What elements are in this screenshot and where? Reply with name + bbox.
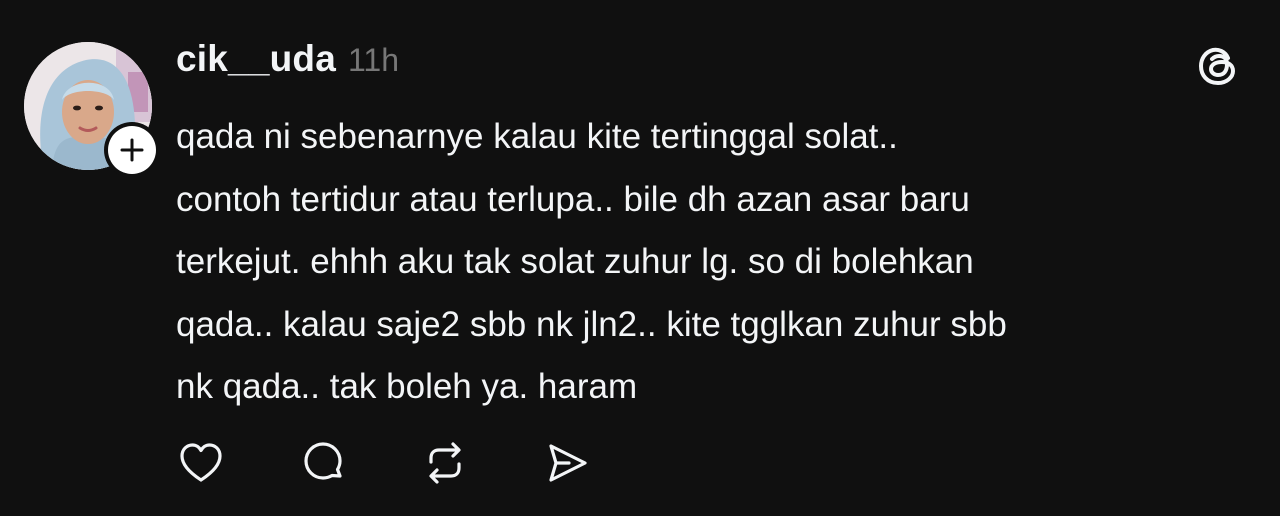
- plus-icon: [120, 138, 144, 162]
- threads-logo-icon[interactable]: [1196, 44, 1240, 88]
- avatar[interactable]: [24, 42, 160, 178]
- post-header: cik__uda 11h: [176, 38, 399, 88]
- post-actions: [174, 436, 594, 490]
- reply-button[interactable]: [296, 436, 350, 490]
- post-timestamp[interactable]: 11h: [348, 42, 399, 79]
- post-text-line: qada ni sebenarnye kalau kite tertinggal…: [176, 117, 898, 156]
- repost-icon: [429, 442, 461, 484]
- repost-button[interactable]: [418, 436, 472, 490]
- comment-icon: [304, 442, 342, 480]
- heart-icon: [180, 443, 222, 482]
- like-button[interactable]: [174, 436, 228, 490]
- share-button[interactable]: [540, 436, 594, 490]
- post-text-line: qada.. kalau saje2 sbb nk jln2.. kite tg…: [176, 304, 1007, 344]
- post-text: qada ni sebenarnye kalau kite tertinggal…: [176, 106, 1256, 419]
- thread-post: cik__uda 11h qada ni sebenarnye kalau ki…: [0, 0, 1280, 516]
- post-text-line: nk qada.. tak boleh ya. haram: [176, 367, 638, 406]
- username-link[interactable]: cik__uda: [176, 38, 336, 80]
- follow-button[interactable]: [104, 122, 160, 178]
- post-text-line: terkejut. ehhh aku tak solat zuhur lg. s…: [176, 242, 974, 281]
- send-icon: [549, 444, 587, 482]
- post-text-line: contoh tertidur atau terlupa.. bile dh a…: [176, 179, 970, 219]
- follow-button-circle[interactable]: [108, 126, 156, 174]
